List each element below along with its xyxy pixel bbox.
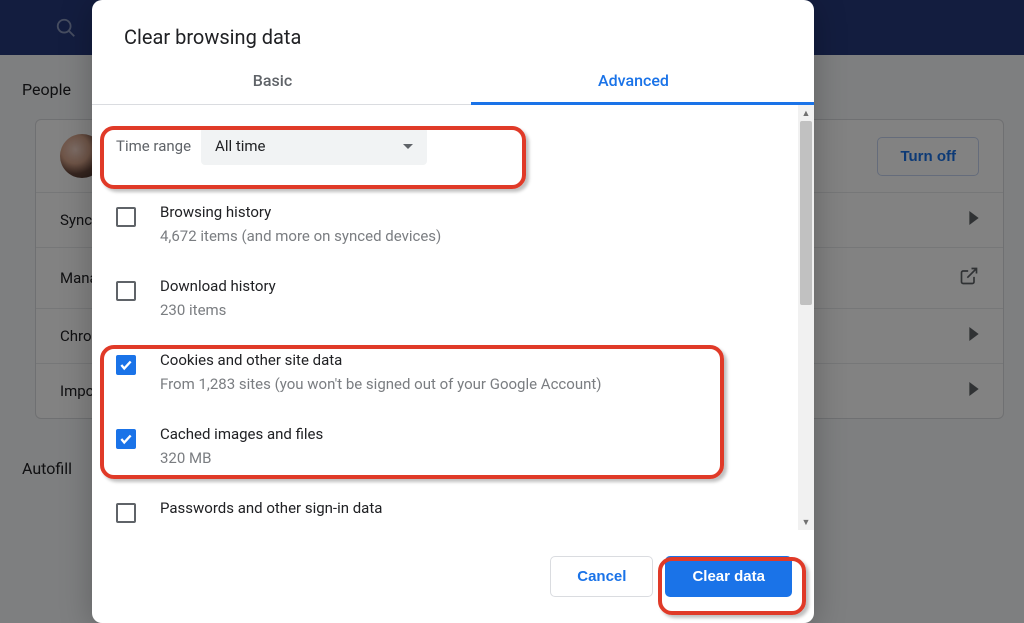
- dialog-footer: Cancel Clear data: [92, 530, 814, 623]
- checkbox[interactable]: [116, 281, 136, 301]
- tab-basic[interactable]: Basic: [92, 71, 453, 104]
- item-browsing-history[interactable]: Browsing history 4,672 items (and more o…: [104, 187, 778, 261]
- time-range-value: All time: [215, 137, 265, 155]
- turn-off-button[interactable]: Turn off: [877, 137, 979, 176]
- dialog-body: Time range All time Browsing history 4,6…: [92, 105, 814, 530]
- checkbox[interactable]: [116, 207, 136, 227]
- time-range-select[interactable]: All time: [201, 127, 427, 165]
- time-range-row: Time range All time: [104, 105, 778, 187]
- item-download-history[interactable]: Download history 230 items: [104, 261, 778, 335]
- checkbox[interactable]: [116, 503, 136, 523]
- caret-down-icon: [403, 144, 413, 149]
- checkbox[interactable]: [116, 429, 136, 449]
- item-title: Cookies and other site data: [160, 351, 778, 369]
- chevron-right-icon: [969, 327, 979, 345]
- clear-browsing-data-dialog: Clear browsing data Basic Advanced Time …: [92, 0, 814, 623]
- cancel-button[interactable]: Cancel: [550, 556, 653, 597]
- scrollbar-arrow-down-icon[interactable]: ▼: [798, 514, 814, 530]
- row-label: Sync: [60, 211, 92, 229]
- chevron-right-icon: [969, 211, 979, 229]
- item-cookies[interactable]: Cookies and other site data From 1,283 s…: [104, 335, 778, 409]
- item-subtitle: 4,672 items (and more on synced devices): [160, 227, 778, 245]
- item-subtitle: 320 MB: [160, 449, 778, 467]
- item-cached[interactable]: Cached images and files 320 MB: [104, 409, 778, 483]
- checkbox[interactable]: [116, 355, 136, 375]
- item-subtitle: From 1,283 sites (you won't be signed ou…: [160, 375, 778, 393]
- scrollbar[interactable]: ▲ ▼: [798, 105, 814, 530]
- dialog-title: Clear browsing data: [92, 0, 814, 71]
- item-passwords[interactable]: Passwords and other sign-in data: [104, 483, 778, 523]
- item-title: Download history: [160, 277, 778, 295]
- external-link-icon: [959, 266, 979, 290]
- scroll-area: Time range All time Browsing history 4,6…: [92, 105, 798, 530]
- tab-advanced[interactable]: Advanced: [453, 71, 814, 104]
- scrollbar-arrow-up-icon[interactable]: ▲: [798, 105, 814, 121]
- tabs: Basic Advanced: [92, 71, 814, 105]
- search-icon: [55, 17, 77, 43]
- item-title: Passwords and other sign-in data: [160, 499, 778, 517]
- scrollbar-thumb[interactable]: [800, 121, 812, 305]
- time-range-label: Time range: [116, 137, 191, 155]
- item-subtitle: 230 items: [160, 301, 778, 319]
- item-title: Cached images and files: [160, 425, 778, 443]
- chevron-right-icon: [969, 382, 979, 400]
- clear-data-button[interactable]: Clear data: [665, 556, 792, 597]
- item-title: Browsing history: [160, 203, 778, 221]
